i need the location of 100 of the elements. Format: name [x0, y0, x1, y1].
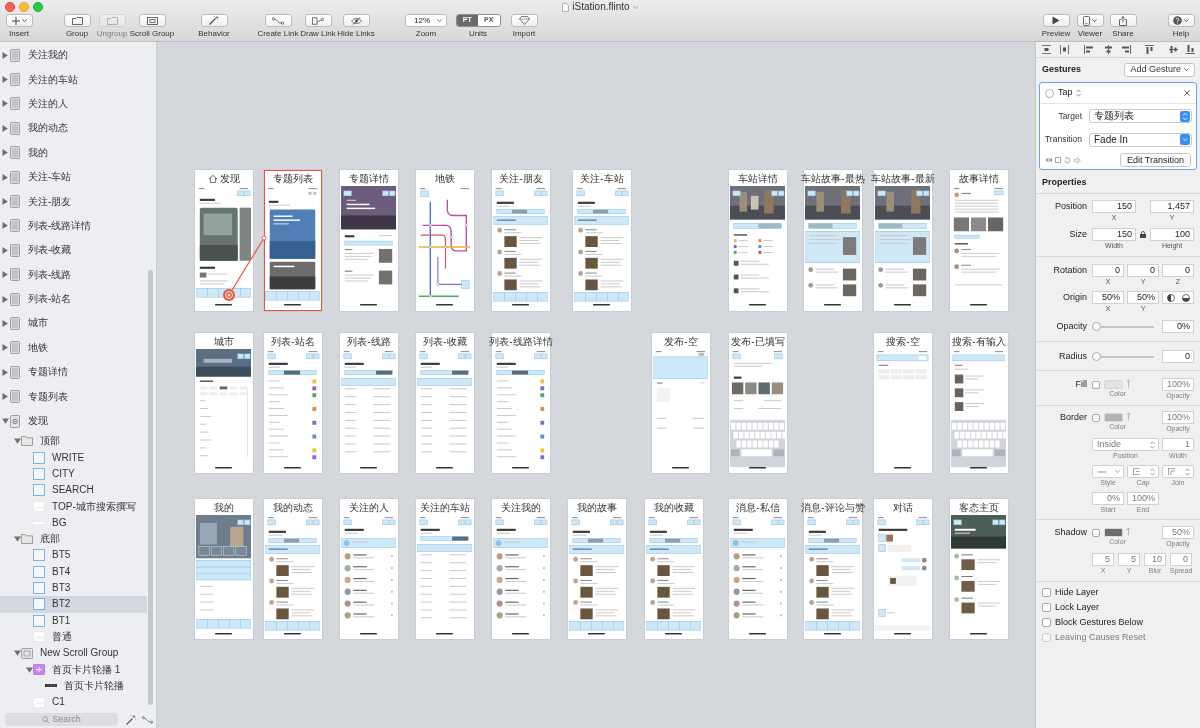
number-field[interactable]: 5	[1092, 553, 1114, 566]
toolbar-button[interactable]	[1042, 14, 1070, 27]
layer-item[interactable]: 列表-收藏	[0, 238, 147, 263]
caret-right-icon[interactable]	[2, 320, 8, 327]
toolbar-button[interactable]	[63, 14, 91, 27]
select-field[interactable]	[1127, 465, 1159, 478]
number-field[interactable]: 1,457	[1150, 200, 1194, 213]
align-bottom-icon[interactable]	[1186, 45, 1195, 54]
rewind-icon[interactable]	[1045, 157, 1052, 163]
checkbox[interactable]	[1042, 588, 1051, 597]
checkbox[interactable]	[1042, 618, 1051, 627]
checkbox[interactable]	[1092, 528, 1100, 537]
close-button[interactable]	[5, 2, 15, 12]
zoom-button[interactable]	[33, 2, 43, 12]
layer-item[interactable]: 关注的人	[0, 91, 147, 117]
add-gesture-button[interactable]: Add Gesture	[1124, 62, 1195, 77]
curve-link-icon[interactable]	[142, 715, 153, 724]
layer-item[interactable]: 首页卡片轮播	[0, 677, 147, 694]
number-field[interactable]: 100%	[1162, 411, 1194, 424]
layer-item[interactable]: 列表-线路详情	[0, 213, 147, 239]
scrollbar-thumb[interactable]	[148, 270, 153, 705]
layer-item[interactable]: BT3	[0, 579, 147, 597]
caret-right-icon[interactable]	[2, 271, 8, 279]
layer-item[interactable]: C1	[0, 694, 147, 711]
checkbox[interactable]	[1092, 413, 1100, 422]
align-top-icon[interactable]	[1145, 45, 1154, 54]
caret-down-icon[interactable]	[2, 418, 9, 425]
slider-thumb[interactable]	[1092, 352, 1101, 361]
layer-item[interactable]: 列表-线路	[0, 262, 147, 287]
layer-item[interactable]: 列表-站名	[0, 286, 147, 312]
number-field[interactable]: 50%	[1092, 291, 1124, 304]
number-field[interactable]: 0%	[1092, 492, 1124, 505]
number-field[interactable]: 100%	[1127, 492, 1159, 505]
layer-item[interactable]: SEARCH	[0, 482, 147, 499]
layer-item[interactable]: 关注的车站	[0, 67, 147, 92]
layer-item[interactable]: TOP-城市搜索撰写	[0, 498, 147, 515]
number-field[interactable]: 0	[1092, 264, 1124, 277]
layer-item[interactable]: 我的动态	[0, 116, 147, 141]
layer-item[interactable]: 我的	[0, 140, 147, 165]
select-field[interactable]: Inside	[1092, 438, 1159, 451]
toggle-group[interactable]	[1162, 291, 1194, 304]
magic-wand-icon[interactable]	[126, 714, 136, 725]
caret-right-icon[interactable]	[2, 51, 8, 59]
number-field[interactable]: 0	[1170, 553, 1192, 566]
layer-item[interactable]: New Scroll Group	[0, 645, 147, 662]
number-field[interactable]: 150	[1092, 228, 1136, 241]
number-field[interactable]: 0	[1162, 350, 1194, 363]
trigger-popup[interactable]: Tap	[1058, 86, 1081, 100]
layer-item[interactable]: 顶部	[0, 433, 147, 450]
number-field[interactable]: 100%	[1162, 378, 1194, 391]
number-field[interactable]: 1	[1162, 438, 1194, 451]
caret-right-icon[interactable]	[2, 198, 8, 206]
layer-item[interactable]: 专题列表	[0, 384, 147, 409]
slider-track[interactable]	[1092, 352, 1154, 361]
number-field[interactable]: 50%	[1162, 526, 1194, 539]
number-field[interactable]: 10	[1144, 553, 1166, 566]
half-circle-icon[interactable]	[1166, 293, 1175, 302]
toolbar-button[interactable]	[138, 14, 166, 27]
zoom-dropdown[interactable]: 12%	[405, 14, 447, 27]
caret-right-icon[interactable]	[2, 368, 8, 376]
caret-down-icon[interactable]	[26, 666, 33, 673]
number-field[interactable]: 50%	[1127, 291, 1159, 304]
layer-item[interactable]: BT4	[0, 563, 147, 580]
layer-item[interactable]: CITY	[0, 465, 147, 483]
toolbar-button[interactable]	[1109, 14, 1137, 27]
align-right-icon[interactable]	[1122, 45, 1131, 54]
caret-down-icon[interactable]	[14, 536, 21, 543]
layer-item[interactable]: 关注-朋友	[0, 189, 147, 214]
layer-item[interactable]: BG	[0, 514, 147, 532]
checkbox[interactable]	[1092, 380, 1100, 389]
color-swatch[interactable]	[1104, 380, 1123, 389]
lock-icon[interactable]	[1140, 231, 1146, 238]
caret-right-icon[interactable]	[2, 76, 8, 84]
distribute-horizontal-icon[interactable]	[1060, 45, 1069, 54]
chevron-down-icon[interactable]	[632, 5, 638, 9]
layer-item[interactable]: 地铁	[0, 335, 147, 361]
distribute-vertical-icon[interactable]	[1042, 45, 1051, 54]
toolbar-button[interactable]	[342, 14, 370, 27]
number-field[interactable]: 0%	[1162, 320, 1194, 333]
layer-item[interactable]: BT1	[0, 612, 147, 629]
artboard[interactable]	[264, 170, 322, 311]
caret-right-icon[interactable]	[2, 149, 8, 157]
caret-right-icon[interactable]	[2, 124, 8, 132]
caret-right-icon[interactable]	[2, 295, 8, 303]
color-swatch[interactable]	[1104, 413, 1123, 422]
layer-item[interactable]: 首页卡片轮播 1	[0, 661, 147, 678]
target-select[interactable]: 专题列表	[1089, 109, 1192, 123]
caret-down-icon[interactable]	[14, 650, 21, 657]
transition-select[interactable]: Fade In	[1089, 132, 1192, 147]
select-field[interactable]	[1092, 465, 1124, 478]
caret-right-icon[interactable]	[2, 173, 8, 181]
align-left-icon[interactable]	[1084, 45, 1093, 54]
caret-down-icon[interactable]	[14, 438, 21, 445]
layer-item[interactable]: 城市	[0, 311, 147, 336]
number-field[interactable]: 100	[1150, 228, 1194, 241]
split-circle-icon[interactable]	[1181, 293, 1190, 302]
slider-track[interactable]	[1092, 322, 1154, 331]
caret-right-icon[interactable]	[2, 222, 8, 230]
layer-item[interactable]: 普通	[0, 628, 147, 646]
close-button[interactable]	[1184, 90, 1190, 96]
